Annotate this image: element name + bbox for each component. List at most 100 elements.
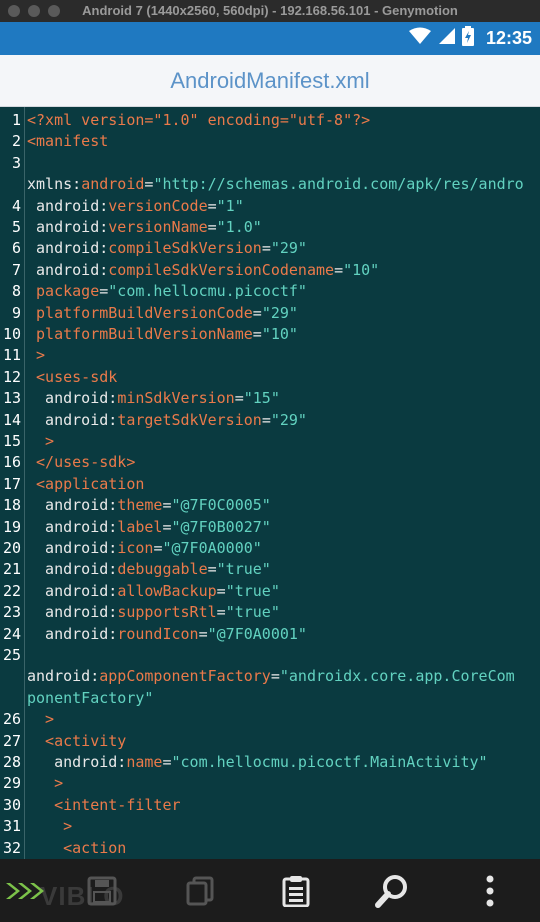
code-line: 20 android:icon="@7F0A0000" xyxy=(0,538,540,559)
code-token: "10" xyxy=(261,325,298,343)
code-line: xmlns:android="http://schemas.android.co… xyxy=(0,174,540,195)
code-line: 14 android:targetSdkVersion="29" xyxy=(0,410,540,431)
code-line: 15 > xyxy=(0,431,540,452)
code-text: android:debuggable="true" xyxy=(27,559,271,580)
code-token: = xyxy=(261,239,271,258)
code-text: xmlns:android="http://schemas.android.co… xyxy=(27,174,524,195)
window-title-bar: Android 7 (1440x2560, 560dpi) - 192.168.… xyxy=(0,0,540,23)
line-number: 10 xyxy=(2,325,21,343)
code-token: <?xml version="1.0" encoding="utf-8"?> xyxy=(27,111,371,129)
code-text: android:name="com.hellocmu.picoctf.MainA… xyxy=(27,752,488,773)
code-token: = xyxy=(261,410,271,429)
code-token: "29" xyxy=(270,239,307,258)
line-number: 31 xyxy=(2,817,21,836)
code-text: > xyxy=(27,431,54,452)
code-token: = xyxy=(207,560,217,579)
code-token: "1.0" xyxy=(216,218,262,236)
line-number: 26 xyxy=(2,710,21,729)
code-text: android:appComponentFactory="androidx.co… xyxy=(27,666,515,687)
line-number: 28 xyxy=(2,753,21,771)
code-text: <action xyxy=(27,838,126,859)
code-text: platformBuildVersionCode="29" xyxy=(27,303,298,324)
code-token: > xyxy=(27,346,46,365)
code-text: android:theme="@7F0C0005" xyxy=(27,495,271,516)
code-line: 32 <action xyxy=(0,838,540,859)
code-token: = xyxy=(216,581,226,600)
code-line: 2 <manifest xyxy=(0,131,540,152)
code-text: <application xyxy=(27,474,144,495)
line-number: 29 xyxy=(2,774,21,793)
code-token: android: xyxy=(27,496,118,515)
code-token: = xyxy=(270,667,280,686)
code-token: "true" xyxy=(225,581,280,600)
copy-icon[interactable] xyxy=(180,871,220,911)
line-number: 2 xyxy=(11,132,21,151)
code-token: </uses-sdk> xyxy=(27,453,136,472)
code-viewer[interactable]: 1 <?xml version="1.0" encoding="utf-8"?> 2… xyxy=(0,107,540,859)
code-token: <intent-filter xyxy=(27,795,181,814)
code-token: android: xyxy=(27,218,109,236)
code-token: "@7F0C0005" xyxy=(171,496,271,515)
line-number: 13 xyxy=(2,389,21,408)
share-icon[interactable] xyxy=(4,871,44,911)
code-token: android: xyxy=(27,517,118,536)
code-token: "true" xyxy=(216,560,271,579)
code-token: = xyxy=(252,303,262,322)
line-number: 6 xyxy=(11,239,21,258)
code-token: debuggable xyxy=(117,560,208,579)
code-token: "@7F0A0000" xyxy=(162,539,262,557)
code-line: 9 platformBuildVersionCode="29" xyxy=(0,303,540,324)
code-text: <uses-sdk xyxy=(27,367,117,388)
code-text: ponentFactory" xyxy=(27,688,153,709)
code-token: <activity xyxy=(27,731,127,750)
code-line: 19 android:label="@7F0B0027" xyxy=(0,517,540,538)
code-token: xmlns: xyxy=(27,175,82,194)
code-token: android: xyxy=(27,624,118,643)
code-token: = xyxy=(334,260,344,279)
line-number: 8 xyxy=(11,282,21,301)
code-token: android: xyxy=(27,539,118,557)
save-icon[interactable] xyxy=(82,871,122,911)
code-line: 31 > xyxy=(0,816,540,837)
code-token: "29" xyxy=(270,410,307,429)
code-token: "true" xyxy=(225,603,280,622)
code-text: > xyxy=(27,773,63,794)
code-token: android xyxy=(81,175,145,194)
clipboard-icon[interactable] xyxy=(276,871,316,911)
code-line: 26 > xyxy=(0,709,540,730)
code-token: appComponentFactory xyxy=(99,667,271,686)
code-text: android:icon="@7F0A0000" xyxy=(27,538,262,559)
code-token: compileSdkVersionCodename xyxy=(108,260,335,279)
line-number: 4 xyxy=(11,196,21,215)
wifi-icon xyxy=(408,27,432,50)
code-token: "@7F0A0001" xyxy=(207,624,307,643)
line-number: 11 xyxy=(2,346,21,365)
code-token: android: xyxy=(27,560,118,579)
search-icon[interactable] xyxy=(372,871,412,911)
line-number: 21 xyxy=(2,560,21,579)
code-line: 25 xyxy=(0,645,540,666)
code-text: android:targetSdkVersion="29" xyxy=(27,410,307,431)
code-token: "10" xyxy=(343,260,380,279)
code-token: label xyxy=(117,517,163,536)
battery-icon xyxy=(461,26,474,51)
code-line: 3 xyxy=(0,153,540,174)
code-token: = xyxy=(207,218,217,236)
code-token: > xyxy=(27,774,64,793)
line-number: 14 xyxy=(2,410,21,429)
more-icon[interactable] xyxy=(470,871,510,911)
code-text: > xyxy=(27,709,54,730)
code-token: android: xyxy=(27,603,118,622)
code-text: > xyxy=(27,816,72,837)
code-token: android: xyxy=(27,389,118,408)
code-text: android:allowBackup="true" xyxy=(27,581,280,602)
code-line: 1 <?xml version="1.0" encoding="utf-8"?> xyxy=(0,110,540,131)
code-line: 24 android:roundIcon="@7F0A0001" xyxy=(0,624,540,645)
line-number: 3 xyxy=(11,153,21,172)
code-text: android:versionCode="1" xyxy=(27,196,244,217)
code-token: "http://schemas.android.com/apk/res/andr… xyxy=(153,175,524,194)
line-number: 32 xyxy=(2,838,21,857)
file-title: AndroidManifest.xml xyxy=(170,68,370,93)
code-token: "15" xyxy=(243,389,280,408)
code-line: ponentFactory" xyxy=(0,688,540,709)
